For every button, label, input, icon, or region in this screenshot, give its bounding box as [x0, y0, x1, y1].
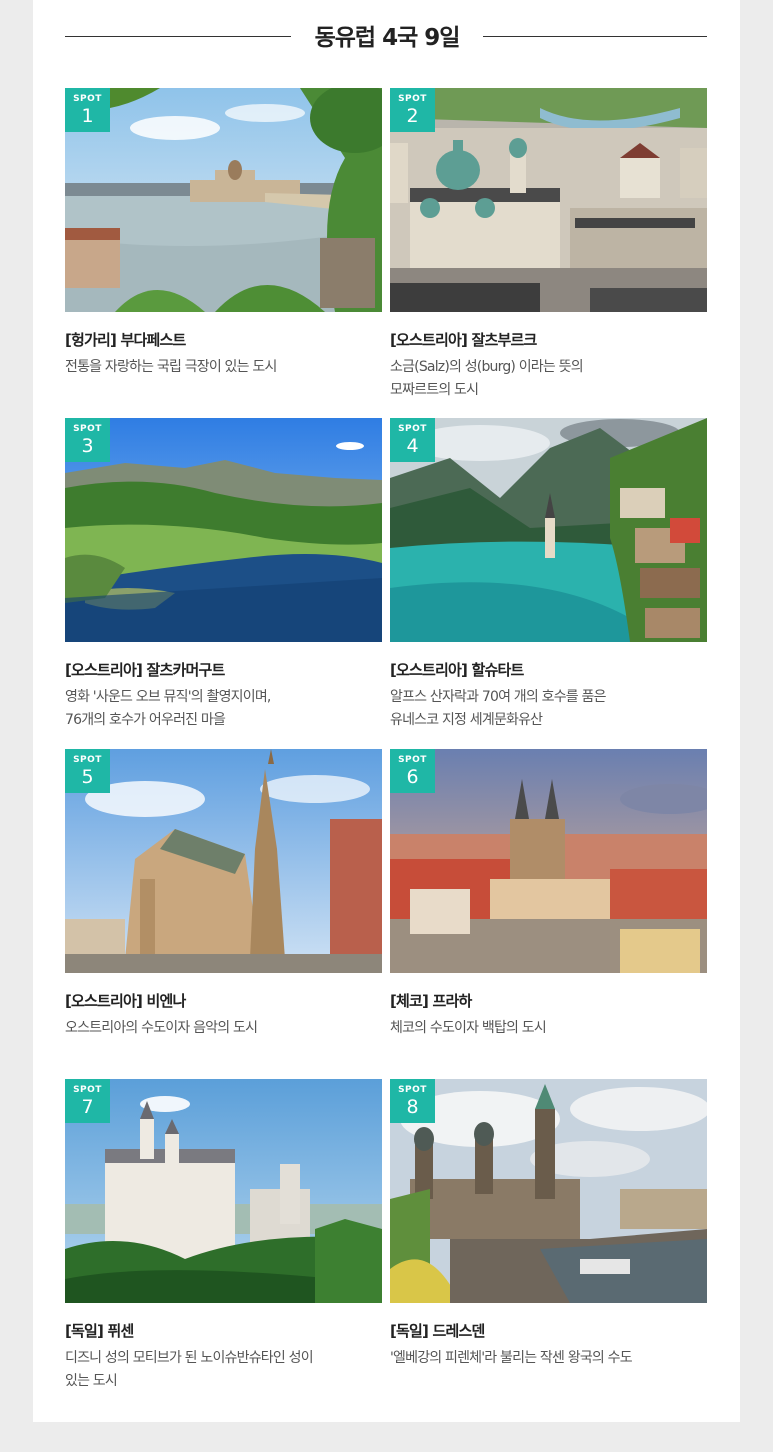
- spot-description: 알프스 산자락과 70여 개의 호수를 품은 유네스코 지정 세계문화유산: [390, 689, 606, 728]
- spot-photo[interactable]: SPOT 3: [65, 418, 382, 642]
- spot-card-prague: SPOT 6 [체코] 프라하 체코의 수도이자 백탑의 도시: [390, 749, 707, 1040]
- header-divider-right: [483, 36, 707, 37]
- spot-title: [체코] 프라하: [390, 992, 472, 1010]
- spot-photo[interactable]: SPOT 5: [65, 749, 382, 973]
- header-divider-left: [65, 36, 291, 37]
- spot-badge: SPOT 3: [65, 418, 110, 462]
- dresden-photo: [390, 1079, 707, 1303]
- spot-card-budapest: SPOT 1 [헝가리] 부다페스트 전통을 자랑하는 국립 극장이 있는 도시: [65, 88, 382, 379]
- salzburg-photo: [390, 88, 707, 312]
- vienna-photo: [65, 749, 382, 973]
- hallstatt-photo: [390, 418, 707, 642]
- spot-description: 전통을 자랑하는 국립 극장이 있는 도시: [65, 359, 277, 375]
- spot-card-dresden: SPOT 8 [독일] 드레스덴 '엘베강의 피렌체'라 불리는 작센 왕국의 …: [390, 1079, 707, 1370]
- spot-title: [헝가리] 부다페스트: [65, 331, 186, 349]
- itinerary-card: 동유럽 4국 9일 SPOT 1 [헝가리] 부다페스트 전통을 자랑하는 국립…: [33, 0, 740, 1422]
- spot-title: [독일] 드레스덴: [390, 1322, 485, 1340]
- spot-badge: SPOT 2: [390, 88, 435, 132]
- spot-title: [오스트리아] 잘츠부르크: [390, 331, 537, 349]
- spot-photo[interactable]: SPOT 7: [65, 1079, 382, 1303]
- spot-badge: SPOT 7: [65, 1079, 110, 1123]
- page-title: 동유럽 4국 9일: [314, 25, 461, 51]
- spot-description: '엘베강의 피렌체'라 불리는 작센 왕국의 수도: [390, 1350, 633, 1366]
- section-header: 동유럽 4국 9일: [33, 14, 740, 58]
- spot-card-hallstatt: SPOT 4 [오스트리아] 할슈타트 알프스 산자락과 70여 개의 호수를 …: [390, 418, 707, 732]
- spot-badge: SPOT 6: [390, 749, 435, 793]
- spot-description: 체코의 수도이자 백탑의 도시: [390, 1020, 547, 1036]
- spot-description: 영화 '사운드 오브 뮤직'의 촬영지이며, 76개의 호수가 어우러진 마을: [65, 689, 271, 728]
- spot-badge: SPOT 4: [390, 418, 435, 462]
- spot-title: [독일] 퓌센: [65, 1322, 134, 1340]
- spot-description: 소금(Salz)의 성(burg) 이라는 뜻의 모짜르트의 도시: [390, 359, 584, 398]
- spot-description: 디즈니 성의 모티브가 된 노이슈반슈타인 성이 있는 도시: [65, 1350, 314, 1389]
- spot-description: 오스트리아의 수도이자 음악의 도시: [65, 1020, 258, 1036]
- spot-photo[interactable]: SPOT 8: [390, 1079, 707, 1303]
- spot-photo[interactable]: SPOT 6: [390, 749, 707, 973]
- spot-badge: SPOT 1: [65, 88, 110, 132]
- spot-title: [오스트리아] 할슈타트: [390, 661, 524, 679]
- spot-card-fussen: SPOT 7 [독일] 퓌센 디즈니 성의 모티브가 된 노이슈반슈타인 성이 …: [65, 1079, 382, 1393]
- spot-title: [오스트리아] 비엔나: [65, 992, 186, 1010]
- spot-card-salzkammergut: SPOT 3 [오스트리아] 잘츠카머구트 영화 '사운드 오브 뮤직'의 촬영…: [65, 418, 382, 732]
- spot-card-salzburg: SPOT 2 [오스트리아] 잘츠부르크 소금(Salz)의 성(burg) 이…: [390, 88, 707, 402]
- spot-photo[interactable]: SPOT 2: [390, 88, 707, 312]
- salzkammergut-photo: [65, 418, 382, 642]
- prague-photo: [390, 749, 707, 973]
- spot-badge: SPOT 5: [65, 749, 110, 793]
- spot-badge: SPOT 8: [390, 1079, 435, 1123]
- spot-card-vienna: SPOT 5 [오스트리아] 비엔나 오스트리아의 수도이자 음악의 도시: [65, 749, 382, 1040]
- budapest-photo: [65, 88, 382, 312]
- fussen-photo: [65, 1079, 382, 1303]
- spot-photo[interactable]: SPOT 4: [390, 418, 707, 642]
- spot-title: [오스트리아] 잘츠카머구트: [65, 661, 225, 679]
- spot-photo[interactable]: SPOT 1: [65, 88, 382, 312]
